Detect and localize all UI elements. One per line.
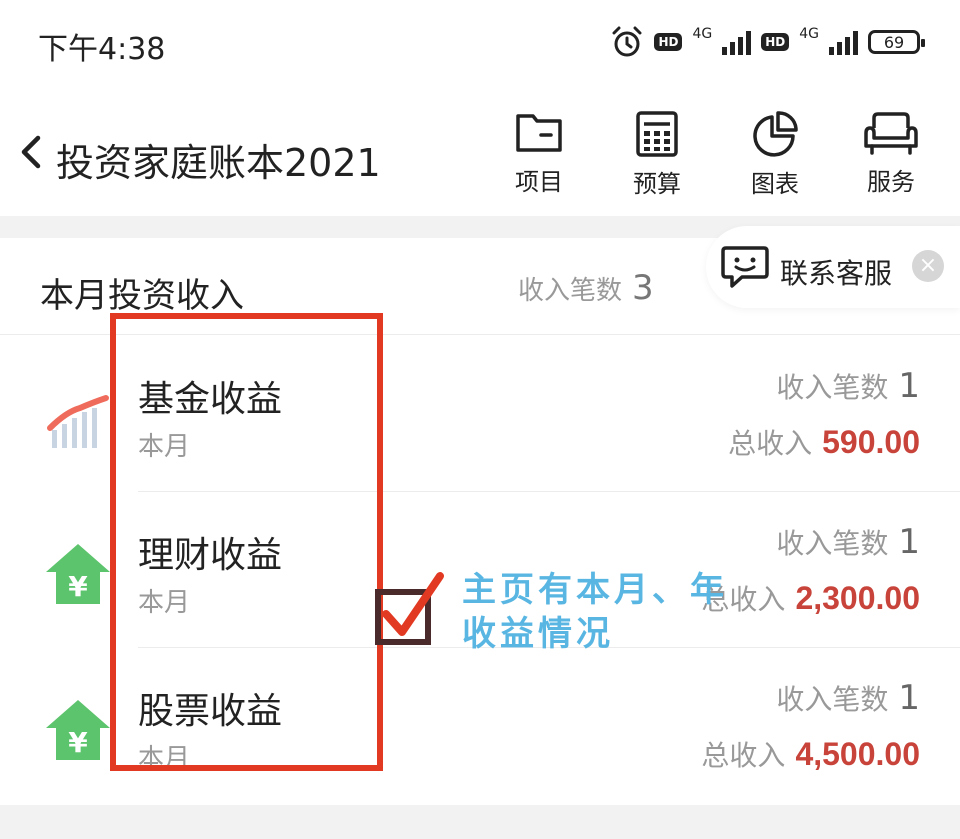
- item-total: 总收入 590.00: [728, 422, 920, 462]
- item-count: 收入笔数 1: [776, 522, 920, 562]
- section-title: 本月投资收入: [40, 276, 244, 316]
- contact-service-label: 联系客服: [780, 257, 893, 290]
- signal-icon-2: [829, 29, 858, 55]
- hd-badge: HD: [654, 33, 683, 51]
- item-total-amount: 4,500.00: [795, 736, 920, 772]
- app-header: 投资家庭账本2021 项目 预算 图表 服务: [0, 88, 960, 216]
- calculator-icon: [636, 111, 678, 157]
- trend-chart-icon: [47, 395, 109, 448]
- folder-icon: [516, 114, 562, 152]
- status-icons: HD 4G HD 4G 69: [610, 20, 925, 64]
- item-count-value: 1: [898, 678, 920, 718]
- section-count: 收入笔数 3: [518, 268, 654, 308]
- item-count-label: 收入笔数: [776, 371, 889, 404]
- item-total-label: 总收入: [701, 739, 786, 772]
- project-label: 项目: [515, 168, 563, 196]
- item-count-label: 收入笔数: [776, 527, 889, 560]
- checkbox-check-icon: [375, 572, 444, 645]
- item-count: 收入笔数 1: [776, 678, 920, 718]
- chart-button[interactable]: 图表: [735, 110, 815, 199]
- battery-icon: 69: [868, 30, 925, 54]
- back-arrow-icon[interactable]: [14, 132, 54, 172]
- status-bar: 下午4:38 HD 4G HD 4G 69: [0, 0, 960, 88]
- network-type-2: 4G: [799, 26, 819, 42]
- item-count-label: 收入笔数: [776, 683, 889, 716]
- annotation-highlight-box: [110, 313, 383, 771]
- pie-chart-icon: [753, 111, 798, 157]
- contact-service-bubble[interactable]: 联系客服 ×: [706, 226, 960, 308]
- project-button[interactable]: 项目: [499, 110, 579, 197]
- page-title: 投资家庭账本2021: [56, 141, 381, 185]
- svg-text:¥: ¥: [68, 570, 88, 603]
- signal-icon: [722, 29, 752, 55]
- budget-button[interactable]: 预算: [617, 110, 697, 199]
- item-count-value: 1: [898, 366, 920, 406]
- network-type: 4G: [692, 26, 713, 42]
- hd-badge-2: HD: [761, 33, 790, 51]
- item-total: 总收入 4,500.00: [701, 734, 920, 774]
- service-button[interactable]: 服务: [851, 110, 931, 197]
- item-total: 总收入 2,300.00: [701, 578, 920, 618]
- status-time: 下午4:38: [38, 32, 166, 67]
- alarm-icon: [612, 26, 642, 57]
- item-total-label: 总收入: [728, 427, 813, 460]
- item-count: 收入笔数 1: [776, 366, 920, 406]
- close-icon[interactable]: ×: [912, 250, 944, 282]
- section-count-label: 收入笔数: [518, 276, 623, 306]
- chart-label: 图表: [751, 170, 799, 198]
- chat-smile-icon: [721, 246, 769, 288]
- sofa-icon: [864, 112, 918, 155]
- annotation-note: 主页有本月、年 收益情况: [462, 570, 728, 654]
- item-count-value: 1: [898, 522, 920, 562]
- service-label: 服务: [867, 168, 915, 196]
- yen-house-icon: ¥: [46, 544, 110, 604]
- budget-label: 预算: [633, 170, 681, 198]
- item-total-amount: 590.00: [822, 424, 920, 460]
- section-count-value: 3: [632, 268, 654, 308]
- svg-text:¥: ¥: [68, 726, 88, 759]
- yen-house-icon: ¥: [46, 700, 110, 760]
- item-total-amount: 2,300.00: [795, 580, 920, 616]
